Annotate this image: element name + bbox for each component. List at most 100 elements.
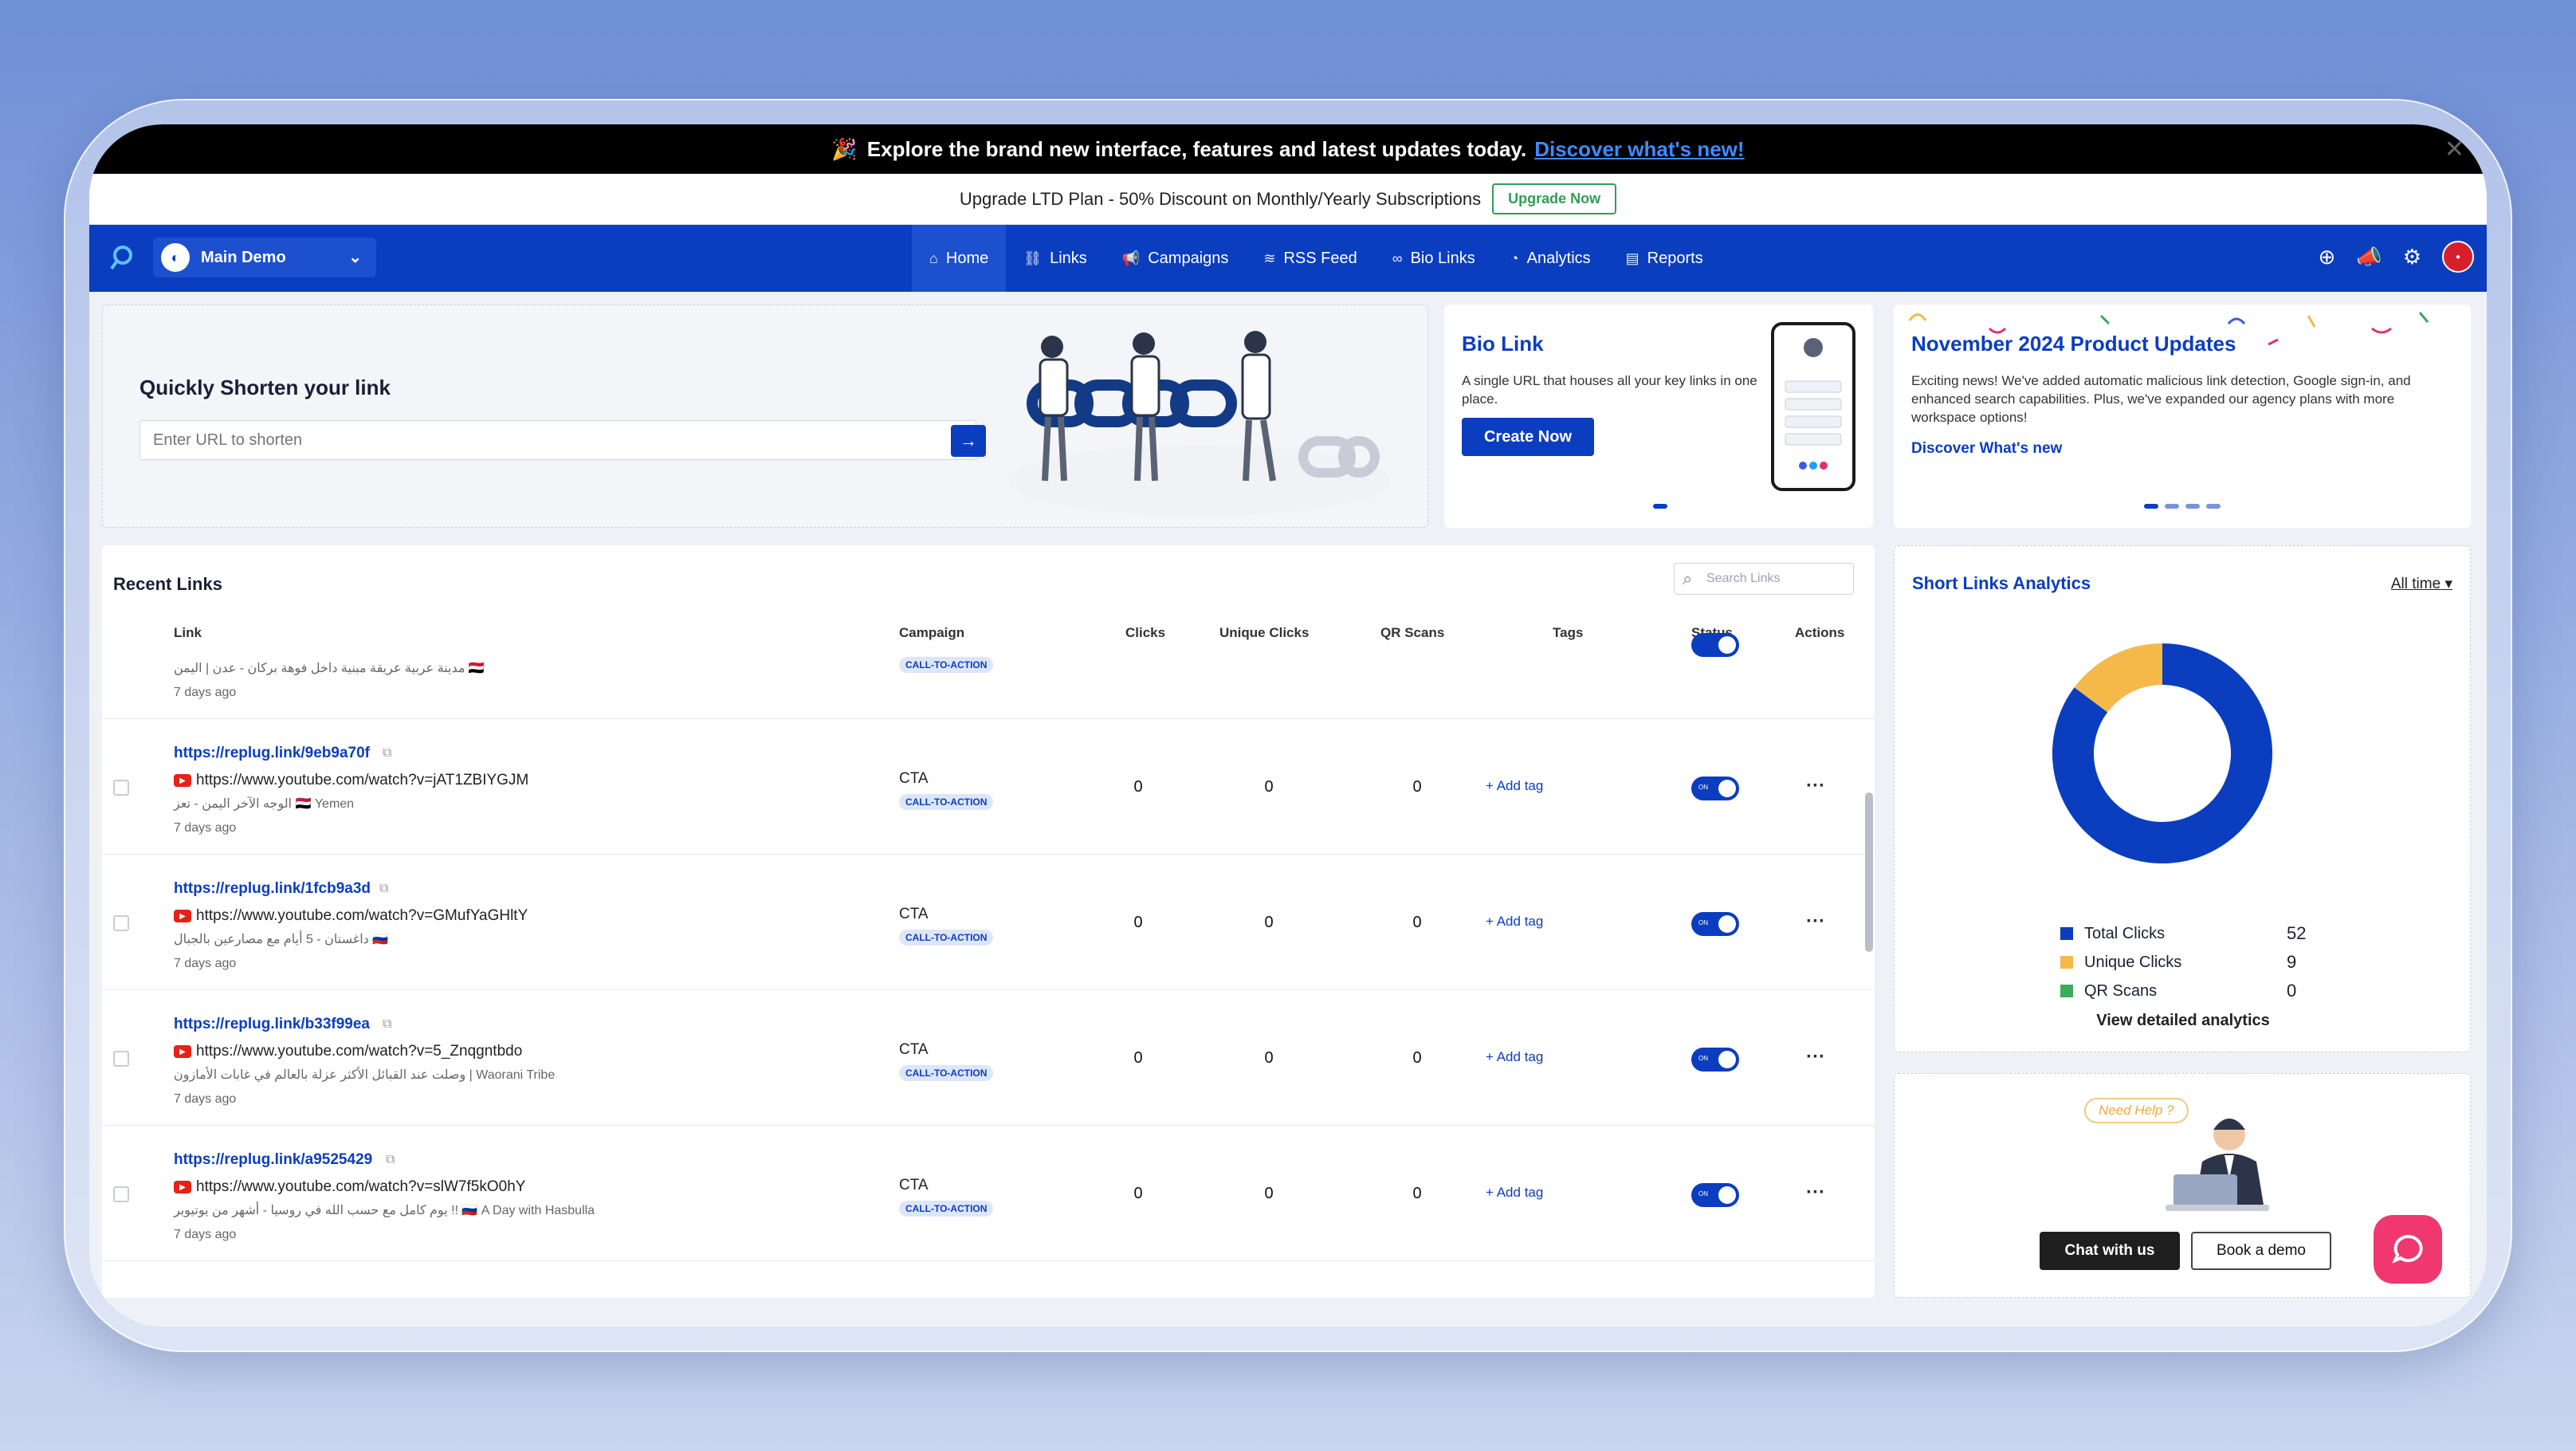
bio-description: A single URL that houses all your key li… bbox=[1462, 373, 1757, 407]
destination-url: ▶ https://www.youtube.com/watch?v=5_Znqgn… bbox=[174, 1043, 522, 1060]
support-chat-button[interactable] bbox=[2374, 1215, 2442, 1284]
book-demo-button[interactable]: Book a demo bbox=[2191, 1232, 2331, 1270]
status-toggle[interactable]: ON bbox=[1691, 777, 1739, 800]
chat-with-us-button[interactable]: Chat with us bbox=[2040, 1232, 2180, 1270]
shorten-submit-button[interactable]: → bbox=[951, 425, 986, 457]
nav-rss-feed[interactable]: ≋ RSS Feed bbox=[1246, 225, 1374, 292]
unique-clicks-value: 0 bbox=[1264, 1185, 1274, 1202]
table-row: https://replug.link/b33f99ea ⧉ ▶ https://… bbox=[102, 990, 1875, 1126]
row-checkbox[interactable] bbox=[113, 780, 129, 796]
link-age: 7 days ago bbox=[174, 821, 237, 835]
row-checkbox[interactable] bbox=[113, 1051, 129, 1067]
table-scrollbar[interactable] bbox=[1865, 792, 1873, 952]
col-link: Link bbox=[174, 625, 202, 640]
product-updates-card: November 2024 Product Updates Exciting n… bbox=[1894, 305, 2471, 528]
announcement-link[interactable]: Discover what's new! bbox=[1534, 137, 1744, 162]
legend-value: 9 bbox=[2287, 952, 2297, 972]
unique-clicks-value: 0 bbox=[1264, 914, 1274, 931]
col-actions: Actions bbox=[1795, 625, 1845, 640]
short-link[interactable]: https://replug.link/9eb9a70f bbox=[174, 745, 370, 762]
close-icon[interactable]: ✕ bbox=[2444, 136, 2464, 163]
phone-mockup bbox=[1771, 322, 1855, 491]
short-link[interactable]: https://replug.link/b33f99ea bbox=[174, 1016, 370, 1033]
copy-icon[interactable]: ⧉ bbox=[379, 882, 388, 896]
analytics-donut-chart bbox=[2052, 643, 2272, 863]
search-icon: ⌕ bbox=[1683, 568, 1693, 588]
copy-icon[interactable]: ⧉ bbox=[383, 1017, 391, 1032]
main-menu: ⌂ Home ⛓ Links 📢 Campaigns ≋ RSS Feed ∞ Bio L… bbox=[912, 225, 1721, 292]
announcement-text: Explore the brand new interface, feature… bbox=[866, 136, 1527, 161]
nav-label: Reports bbox=[1647, 249, 1703, 267]
qr-scans-value: 0 bbox=[1412, 1049, 1422, 1067]
more-options-icon[interactable]: ··· bbox=[1806, 775, 1825, 797]
toggle-label: ON bbox=[1698, 1055, 1708, 1062]
create-now-button[interactable]: Create Now bbox=[1462, 418, 1594, 456]
announcement-icon[interactable]: 📣 bbox=[2356, 245, 2382, 269]
row-checkbox[interactable] bbox=[113, 1186, 129, 1202]
workspace-selector[interactable]: ◐ Main Demo ⌄ bbox=[153, 238, 376, 277]
short-link[interactable]: https://replug.link/a9525429 bbox=[174, 1151, 372, 1169]
nav-bio-links[interactable]: ∞ Bio Links bbox=[1375, 225, 1493, 292]
more-options-icon[interactable]: ··· bbox=[1806, 910, 1825, 933]
status-toggle[interactable]: ON bbox=[1691, 1183, 1739, 1207]
donut-slice-unique-clicks bbox=[2074, 643, 2163, 714]
add-tag-label: Add tag bbox=[1496, 914, 1544, 929]
qr-scans-value: 0 bbox=[1412, 778, 1422, 796]
add-tag-button[interactable]: + Add tag bbox=[1486, 914, 1543, 930]
nav-home[interactable]: ⌂ Home bbox=[912, 225, 1007, 292]
nav-label: Bio Links bbox=[1410, 249, 1475, 267]
more-options-icon[interactable]: ··· bbox=[1806, 1182, 1825, 1204]
user-avatar[interactable]: ● bbox=[2442, 241, 2474, 273]
app-screen: 🎉 Explore the brand new interface, featu… bbox=[89, 124, 2487, 1327]
campaign-badge: CALL-TO-ACTION bbox=[899, 930, 994, 946]
nav-reports[interactable]: ▤ Reports bbox=[1608, 225, 1721, 292]
discover-link[interactable]: Discover What's new bbox=[1911, 440, 2062, 458]
time-range-select[interactable]: All time ▾ bbox=[2391, 575, 2452, 593]
row-checkbox[interactable] bbox=[113, 915, 129, 931]
status-toggle[interactable]: ON bbox=[1691, 1048, 1739, 1072]
add-circle-icon[interactable]: ⊕ bbox=[2319, 245, 2336, 269]
gear-icon[interactable]: ⚙ bbox=[2403, 245, 2421, 269]
destination-url: ▶ https://www.youtube.com/watch?v=jAT1ZBI… bbox=[174, 772, 528, 789]
legend-unique-clicks: Unique Clicks 9 bbox=[2060, 948, 2296, 977]
copy-icon[interactable]: ⧉ bbox=[386, 1153, 395, 1167]
clicks-value: 0 bbox=[1133, 1185, 1143, 1202]
recent-title: Recent Links bbox=[113, 574, 222, 594]
nav-links[interactable]: ⛓ Links bbox=[1006, 225, 1105, 292]
search-links-input[interactable]: ⌕ Search Links bbox=[1674, 563, 1854, 595]
col-clicks: Clicks bbox=[1125, 625, 1166, 640]
add-tag-button[interactable]: + Add tag bbox=[1486, 1049, 1543, 1065]
nav-campaigns[interactable]: 📢 Campaigns bbox=[1105, 225, 1247, 292]
report-icon: ▤ bbox=[1625, 250, 1639, 266]
workspace-avatar: ◐ bbox=[161, 243, 190, 272]
add-tag-button[interactable]: + Add tag bbox=[1486, 778, 1543, 794]
col-campaign: Campaign bbox=[899, 625, 965, 640]
video-title: يوم كامل مع حسب الله في روسيا - أشهر من … bbox=[174, 1204, 595, 1217]
legend-swatch bbox=[2060, 956, 2073, 969]
carousel-pager[interactable] bbox=[2144, 504, 2221, 509]
short-link[interactable]: https://replug.link/1fcb9a3d bbox=[174, 880, 371, 898]
carousel-indicator[interactable] bbox=[1653, 504, 1667, 509]
nav-analytics[interactable]: ◔ Analytics bbox=[1493, 225, 1608, 292]
plus-icon: + bbox=[1486, 1049, 1497, 1064]
view-detailed-analytics-link[interactable]: View detailed analytics bbox=[1895, 1012, 2472, 1030]
url-input[interactable] bbox=[139, 420, 976, 460]
replug-logo-icon[interactable] bbox=[105, 242, 137, 274]
add-tag-button[interactable]: + Add tag bbox=[1486, 1185, 1543, 1201]
status-toggle[interactable] bbox=[1691, 633, 1739, 657]
clicks-value: 0 bbox=[1133, 914, 1143, 931]
toggle-label: ON bbox=[1698, 1190, 1708, 1197]
upgrade-button[interactable]: Upgrade Now bbox=[1492, 183, 1617, 214]
legend-swatch bbox=[2060, 927, 2073, 940]
toggle-label: ON bbox=[1698, 784, 1708, 791]
legend-value: 0 bbox=[2287, 981, 2297, 1001]
chain-illustration bbox=[1008, 331, 1391, 517]
campaign-name: CTA bbox=[899, 770, 929, 787]
status-toggle[interactable]: ON bbox=[1691, 912, 1739, 936]
bio-preview-graphic bbox=[1785, 338, 1842, 470]
table-row: https://replug.link/9eb9a70f ⧉ ▶ https://… bbox=[102, 719, 1875, 855]
youtube-icon: ▶ bbox=[174, 1045, 191, 1058]
add-tag-label: Add tag bbox=[1496, 1185, 1544, 1200]
more-options-icon[interactable]: ··· bbox=[1806, 1046, 1825, 1068]
copy-icon[interactable]: ⧉ bbox=[383, 746, 391, 761]
